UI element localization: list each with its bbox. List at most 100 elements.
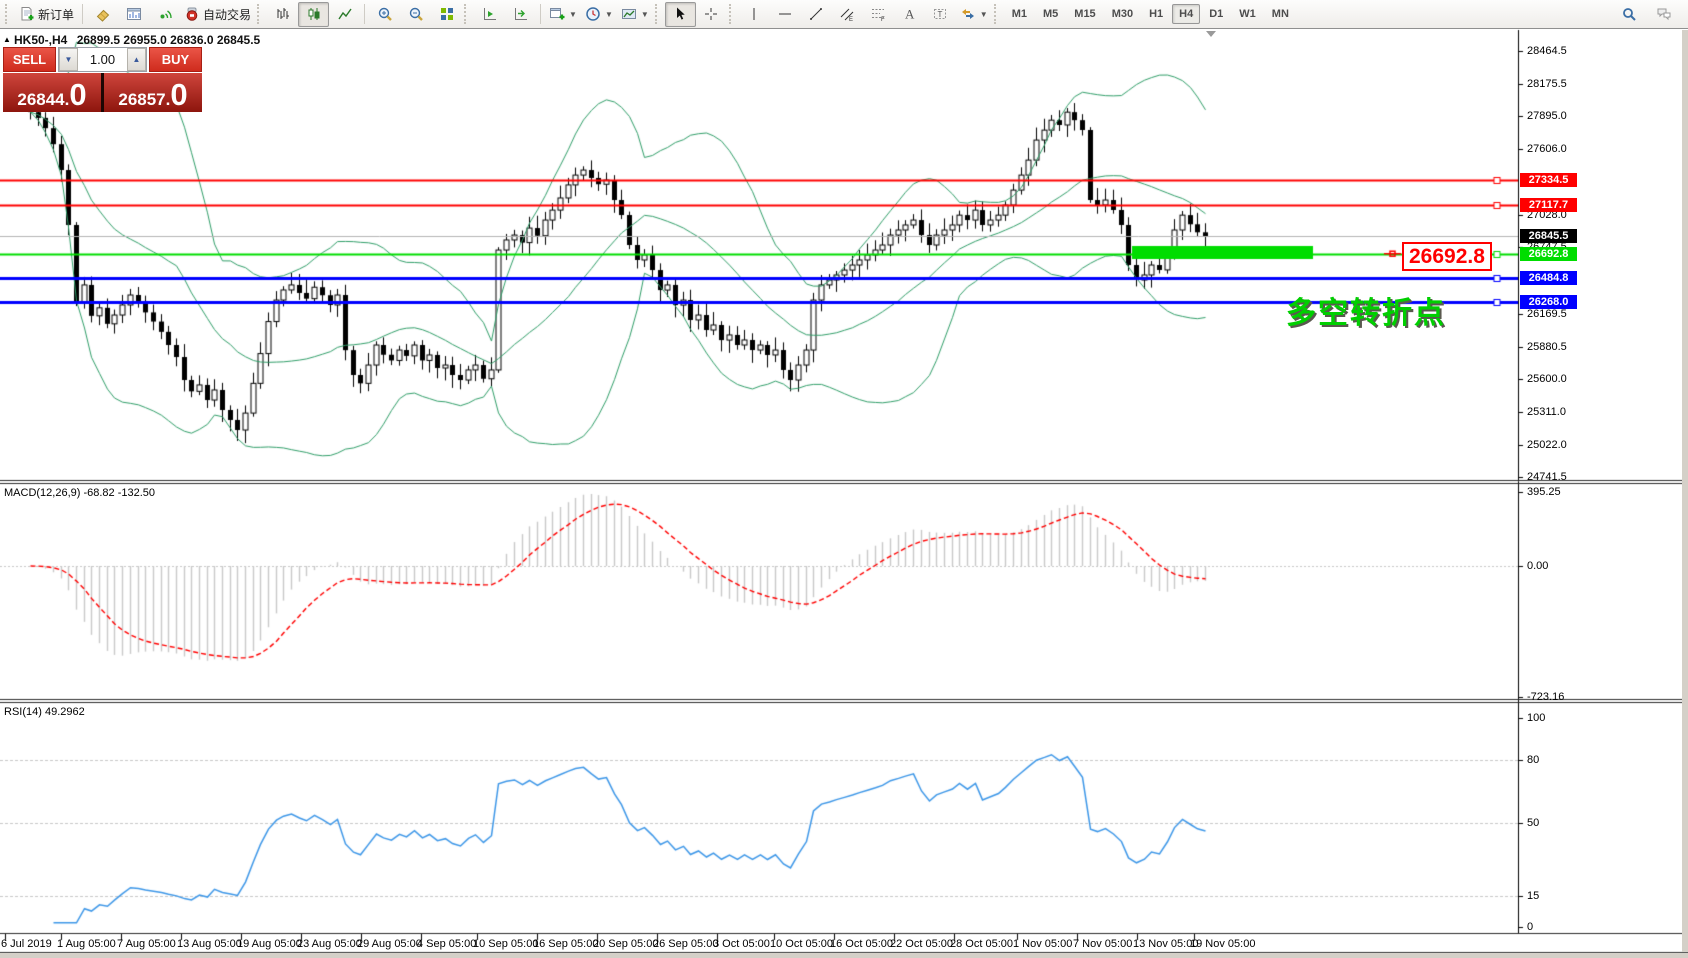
chinese-annotation-text[interactable]: 多空转折点 — [1286, 288, 1446, 332]
chart-shift-button[interactable] — [505, 2, 536, 27]
zoom-in-button[interactable] — [369, 2, 400, 27]
new-order-button[interactable]: 新订单 — [15, 2, 78, 27]
new-chart-button[interactable]: ▼ — [545, 2, 581, 27]
date-axis-label: 1 Nov 05:00 — [1013, 938, 1073, 950]
volume-value[interactable]: 1.00 — [78, 48, 127, 71]
zoom-out-button[interactable] — [400, 2, 431, 27]
periods-button[interactable]: ▼ — [581, 2, 617, 27]
fibo-button[interactable]: F — [863, 2, 894, 27]
date-axis-label: 23 Aug 05:00 — [297, 938, 362, 950]
tile-windows-button[interactable] — [431, 2, 462, 27]
profile-button[interactable] — [118, 2, 149, 27]
channel-icon: E — [839, 6, 855, 22]
trendline-button[interactable] — [801, 2, 832, 27]
date-axis-label: 13 Aug 05:00 — [177, 938, 242, 950]
price-badge-green: 26692.8 — [1520, 246, 1577, 261]
crosshair-button[interactable] — [696, 2, 727, 27]
fibo-icon: F — [870, 6, 886, 22]
date-axis-label: 3 Oct 05:00 — [713, 938, 770, 950]
date-axis-label: 19 Nov 05:00 — [1190, 938, 1256, 950]
autotrade-button[interactable]: 自动交易 — [180, 2, 255, 27]
right-edge-strip — [1682, 30, 1688, 952]
date-axis-label: 16 Oct 05:00 — [830, 938, 893, 950]
crosshair-icon — [703, 6, 719, 22]
hline-button[interactable] — [770, 2, 801, 27]
timeframe-m15-button[interactable]: M15 — [1067, 4, 1102, 24]
chart-window-icon — [126, 6, 142, 22]
cursor-icon — [672, 6, 688, 22]
price-scale-tick: 26169.5 — [1527, 307, 1567, 320]
volume-decrease-button[interactable]: ▼ — [59, 48, 78, 71]
sell-price[interactable]: 26844. 0 — [3, 73, 101, 112]
label-button[interactable]: T — [925, 2, 956, 27]
bar-chart-icon — [275, 6, 291, 22]
timeframe-m5-button[interactable]: M5 — [1036, 4, 1065, 24]
rsi-header: RSI(14) 49.2962 — [4, 706, 85, 718]
alerts-button[interactable] — [149, 2, 180, 27]
chart-canvas[interactable] — [0, 0, 1688, 958]
eraser-icon — [95, 6, 111, 22]
bar-chart-button[interactable] — [267, 2, 298, 27]
price-scale-tick: 25880.5 — [1527, 340, 1567, 353]
timeframe-m30-button[interactable]: M30 — [1105, 4, 1140, 24]
svg-text:F: F — [881, 17, 885, 22]
buy-button[interactable]: BUY — [149, 47, 202, 72]
trendline-icon — [808, 6, 824, 22]
text-label-icon: T — [932, 6, 948, 22]
cursor-button[interactable] — [664, 1, 696, 27]
price-badge-blue: 26484.8 — [1520, 270, 1577, 285]
macd-scale-tick: 395.25 — [1527, 486, 1561, 498]
search-icon — [1621, 6, 1637, 22]
date-axis-label: 26 Sep 05:00 — [653, 938, 719, 950]
search-button[interactable] — [1613, 2, 1644, 27]
volume-stepper: ▼ 1.00 ▲ — [58, 47, 147, 72]
chevron-down-icon: ▼ — [604, 9, 613, 19]
timeframe-d1-button[interactable]: D1 — [1202, 4, 1230, 24]
chevron-down-icon: ▼ — [979, 9, 988, 19]
timeframe-mn-button[interactable]: MN — [1265, 4, 1296, 24]
buy-price[interactable]: 26857. 0 — [104, 73, 202, 112]
date-axis-label: 20 Sep 05:00 — [593, 938, 659, 950]
chat-icon — [1656, 6, 1672, 22]
tiles-icon — [439, 6, 455, 22]
price-annotation-label[interactable]: 26692.8 — [1402, 242, 1492, 271]
date-axis-label: 28 Oct 05:00 — [950, 938, 1013, 950]
text-button[interactable]: A — [894, 2, 925, 27]
date-axis-label: 4 Sep 05:00 — [417, 938, 477, 950]
templates-button[interactable]: ▼ — [617, 2, 653, 27]
price-scale-tick: 28464.5 — [1527, 45, 1567, 57]
chart-title: HK50-,H4 26899.5 26955.0 26836.0 26845.5 — [14, 33, 260, 47]
eraser-button[interactable] — [87, 2, 118, 27]
volume-increase-button[interactable]: ▲ — [127, 48, 146, 71]
auto-scroll-button[interactable] — [474, 2, 505, 27]
autotrade-icon — [184, 6, 200, 22]
date-axis-label: 16 Sep 05:00 — [533, 938, 599, 950]
timeframe-w1-button[interactable]: W1 — [1232, 4, 1263, 24]
sell-button[interactable]: SELL — [3, 47, 56, 72]
chat-button[interactable] — [1648, 2, 1679, 27]
price-badge-blue: 26268.0 — [1520, 295, 1577, 310]
price-scale-tick: 24741.5 — [1527, 471, 1567, 483]
candle-chart-button[interactable] — [298, 1, 330, 27]
arrows-button[interactable]: ▼ — [956, 2, 992, 27]
price-badge-red: 27334.5 — [1520, 173, 1577, 188]
timeframe-m1-button[interactable]: M1 — [1005, 4, 1034, 24]
vline-button[interactable] — [739, 2, 770, 27]
timeframe-h4-button[interactable]: H4 — [1172, 4, 1201, 24]
timeframe-h1-button[interactable]: H1 — [1142, 4, 1170, 24]
chevron-down-icon: ▼ — [569, 9, 577, 19]
collapse-arrow-icon[interactable]: ▲ — [3, 35, 11, 44]
chart-shift-marker-icon[interactable] — [1206, 31, 1216, 37]
price-scale-tick: 25022.0 — [1527, 438, 1567, 451]
channel-button[interactable]: E — [832, 2, 863, 27]
line-chart-button[interactable] — [329, 2, 360, 27]
rsi-scale-tick: 100 — [1527, 712, 1546, 724]
bottom-edge-strip — [0, 953, 1688, 958]
rsi-scale-tick: 80 — [1527, 753, 1540, 766]
autotrade-button-label: 自动交易 — [203, 7, 252, 22]
macd-header: MACD(12,26,9) -68.82 -132.50 — [4, 487, 156, 499]
price-scale-tick: 27895.0 — [1527, 110, 1567, 123]
vline-icon — [746, 6, 762, 22]
price-badge-black: 26845.5 — [1520, 229, 1577, 244]
date-axis-label: 29 Aug 05:00 — [357, 938, 422, 950]
